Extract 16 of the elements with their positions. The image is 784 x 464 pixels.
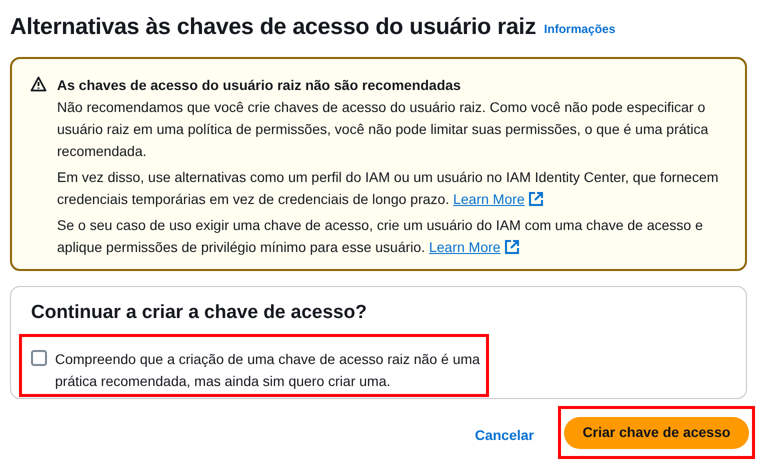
alert-paragraph: Em vez disso, use alternativas como um perfil do IAM ou um usuário no IAM Identity Center, que fornecem credenciais temporárias em vez de credenciais de longo prazo. Learn More [57, 168, 720, 209]
learn-more-link[interactable]: Learn More [428, 239, 519, 255]
checkbox[interactable] [31, 350, 47, 366]
alert-paragraph: Se o seu caso de uso exigir uma chave de acesso, crie um usuário do IAM com uma chave de acesso e aplique permissões de privilégio mínimo para esse usuário. Learn More [57, 216, 704, 257]
checkbox-label: Compreendo que a criação de uma chave de acesso raiz não é uma prática recomendada, mas ainda sim quero criar uma. [55, 350, 481, 391]
cancel-button[interactable]: Cancelar [474, 425, 534, 446]
warning-icon [30, 76, 47, 92]
alert-title: As chaves de acesso do usuário raiz não são recomendadas [57, 76, 462, 95]
info-link[interactable]: Informações [544, 20, 616, 38]
external-link-icon [528, 192, 543, 206]
external-link-icon [504, 240, 519, 254]
learn-more-link[interactable]: Learn More [453, 191, 543, 207]
confirm-title: Continuar a criar a chave de acesso? [31, 301, 368, 325]
alert-paragraph: Não recomendamos que você crie chaves de acesso do usuário raiz. Como você não pode especificar o usuário raiz em uma política de permissões, você não pode limitar suas permissões, o que é uma prática recomendada. [57, 98, 710, 161]
create-access-key-button[interactable]: Criar chave de acesso [564, 416, 749, 448]
page-title: Alternativas às chaves de acesso do usuário raiz [10, 12, 536, 40]
